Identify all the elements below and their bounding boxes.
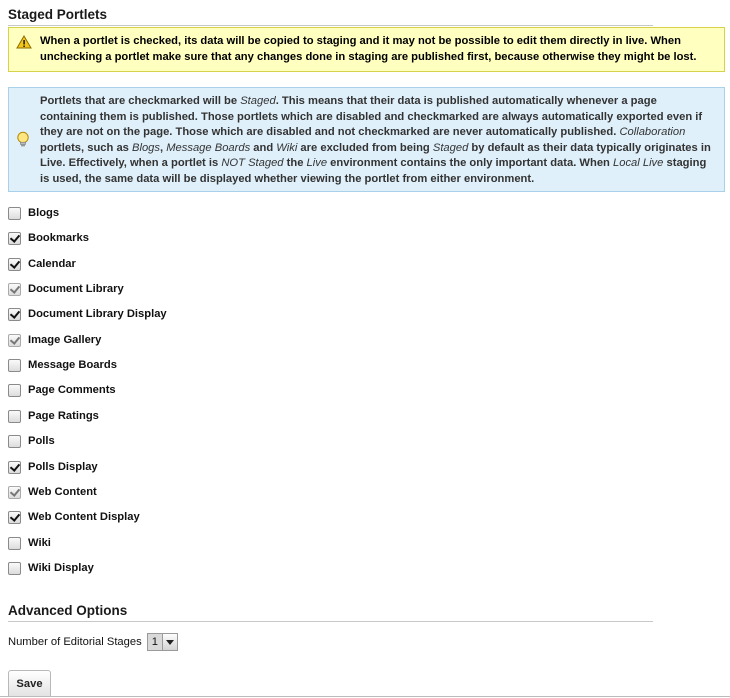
portlet-checkbox[interactable] [8,307,21,321]
portlet-checkbox[interactable] [8,460,21,474]
portlet-checkbox[interactable] [8,434,21,448]
portlet-row: Bookmarks [8,230,89,246]
portlet-row: Polls Display [8,459,98,475]
portlet-label[interactable]: Page Comments [28,384,116,396]
portlet-row: Image Gallery [8,332,101,348]
portlet-label[interactable]: Web Content [28,486,97,498]
portlet-row: Blogs [8,205,59,221]
portlet-label[interactable]: Document Library Display [28,308,167,320]
warning-icon [16,35,32,55]
portlet-label[interactable]: Web Content Display [28,511,140,523]
editorial-stages-value: 1 [147,634,162,650]
editorial-stages-row: Number of Editorial Stages 1 [8,633,178,651]
staging-info-alert: Portlets that are checkmarked will be St… [8,87,725,192]
chevron-down-icon [161,634,177,650]
portlet-checkbox[interactable] [8,409,21,423]
portlet-checkbox[interactable] [8,358,21,372]
advanced-options-title: Advanced Options [8,603,128,618]
portlet-row: Page Comments [8,382,116,398]
portlet-checkbox[interactable] [8,231,21,245]
portlet-row: Wiki Display [8,560,94,576]
portlet-label[interactable]: Bookmarks [28,232,89,244]
portlet-checkbox[interactable] [8,536,21,550]
portlet-row: Page Ratings [8,408,99,424]
portlet-checkbox[interactable] [8,561,21,575]
portlet-label[interactable]: Page Ratings [28,410,99,422]
portlet-checkbox[interactable] [8,206,21,220]
info-text: Portlets that are checkmarked will be St… [40,95,711,185]
portlet-row: Calendar [8,256,76,272]
lightbulb-icon [16,131,30,154]
portlet-label[interactable]: Polls Display [28,461,98,473]
bottom-divider [0,696,730,697]
portlet-label[interactable]: Polls [28,435,55,447]
portlet-checkbox [8,333,21,347]
portlet-label[interactable]: Document Library [28,283,124,295]
portlet-row: Polls [8,433,55,449]
portlet-label[interactable]: Calendar [28,258,76,270]
section-divider [8,25,653,26]
portlet-label[interactable]: Wiki [28,537,51,549]
editorial-stages-select[interactable]: 1 [146,633,178,651]
portlet-label[interactable]: Blogs [28,207,59,219]
portlet-checkbox[interactable] [8,510,21,524]
portlet-row: Document Library Display [8,306,167,322]
portlet-label[interactable]: Image Gallery [28,334,101,346]
portlet-label[interactable]: Wiki Display [28,562,94,574]
portlet-row: Document Library [8,281,124,297]
portlet-checkbox [8,485,21,499]
staged-portlets-title: Staged Portlets [8,7,108,22]
staging-warning-alert: When a portlet is checked, its data will… [8,27,725,72]
section-divider [8,621,653,622]
portlet-row: Wiki [8,535,51,551]
portlet-checkbox[interactable] [8,383,21,397]
portlet-row: Web Content [8,484,97,500]
portlet-label[interactable]: Message Boards [28,359,117,371]
save-button[interactable]: Save [8,670,51,697]
portlet-checkbox[interactable] [8,257,21,271]
editorial-stages-label: Number of Editorial Stages [8,636,142,648]
portlet-row: Web Content Display [8,509,140,525]
portlet-checkbox [8,282,21,296]
warning-text: When a portlet is checked, its data will… [40,35,697,63]
portlet-row: Message Boards [8,357,117,373]
